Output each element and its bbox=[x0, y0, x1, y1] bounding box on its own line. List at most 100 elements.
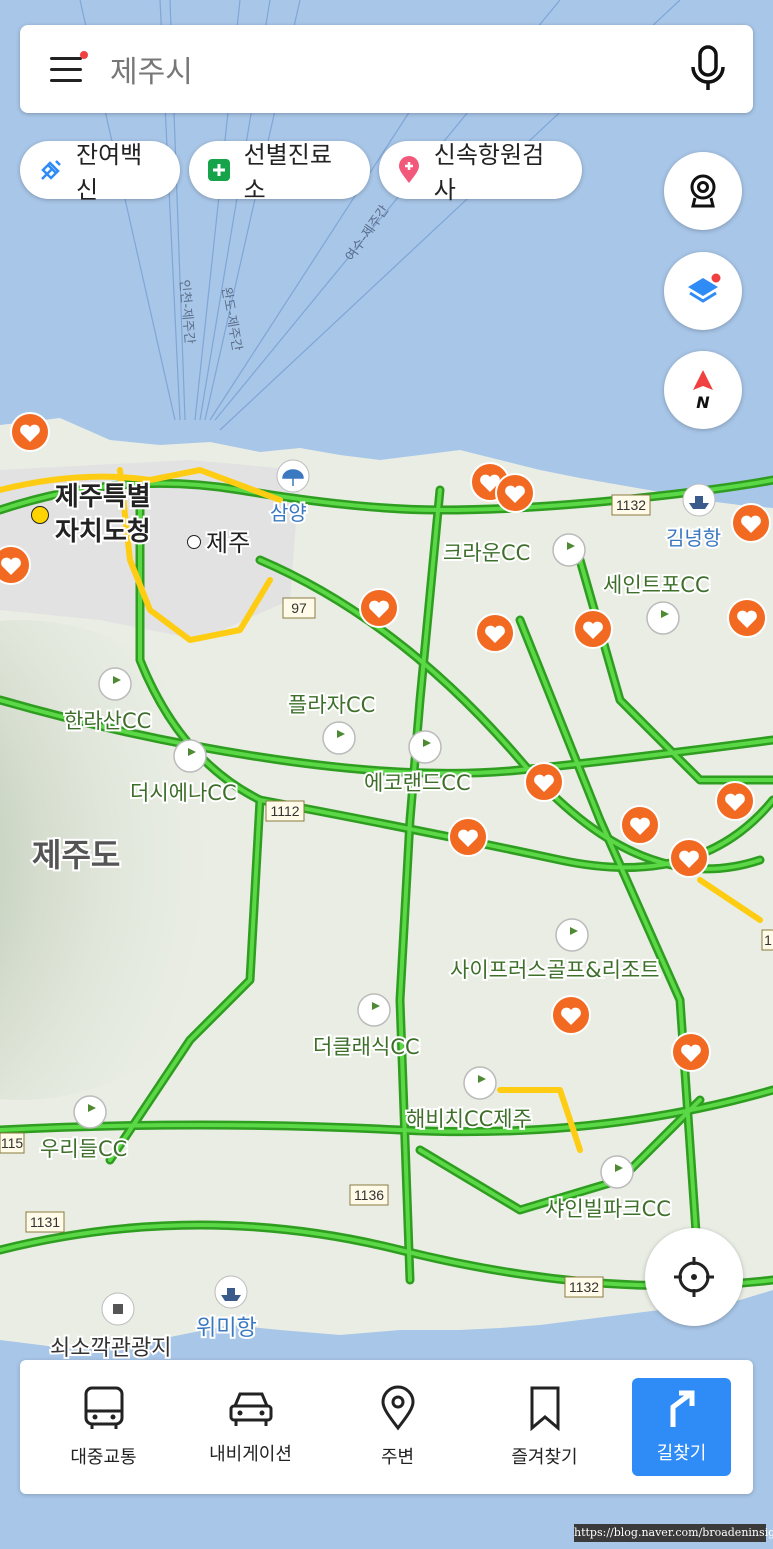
route-shield: 97 bbox=[282, 597, 316, 619]
golf-label: 사이프러스골프&리조트 bbox=[450, 958, 660, 982]
city-hall-dot bbox=[31, 506, 49, 524]
golf-flag-icon[interactable] bbox=[463, 1066, 497, 1100]
svg-text:1132: 1132 bbox=[569, 1279, 599, 1295]
golf-flag-icon[interactable] bbox=[98, 667, 132, 701]
nav-label: 대중교통 bbox=[70, 1447, 137, 1468]
crosshair-icon bbox=[674, 1257, 714, 1297]
route-shield: 1132 bbox=[564, 1276, 604, 1298]
voice-search-button[interactable] bbox=[663, 25, 753, 113]
golf-label: 크라운CC bbox=[443, 541, 530, 565]
nav-car-navigation[interactable]: 내비게이션 bbox=[177, 1377, 324, 1477]
golf-label: 더클래식CC bbox=[313, 1035, 420, 1059]
hamburger-icon-line bbox=[50, 68, 82, 71]
notification-dot bbox=[80, 51, 88, 59]
svg-text:97: 97 bbox=[291, 600, 307, 616]
directions-button[interactable]: 길찾기 bbox=[632, 1378, 731, 1476]
nav-label: 내비게이션 bbox=[209, 1444, 292, 1465]
place-label-gimnyeong: 김녕항 bbox=[666, 526, 721, 550]
ferry-port-icon[interactable] bbox=[214, 1275, 248, 1309]
heart-marker-icon[interactable] bbox=[359, 588, 399, 628]
heart-marker-icon[interactable] bbox=[524, 762, 564, 802]
nav-favorites[interactable]: 즐겨찾기 bbox=[471, 1377, 618, 1477]
place-label-jeju: 제주 bbox=[206, 529, 250, 557]
route-shield: 1136 bbox=[349, 1184, 389, 1206]
layers-button[interactable] bbox=[664, 252, 742, 330]
search-input[interactable]: 제주시 bbox=[110, 47, 663, 91]
bus-icon bbox=[84, 1386, 123, 1429]
ferry-port-icon[interactable] bbox=[682, 483, 716, 517]
nav-label: 즐겨찾기 bbox=[511, 1447, 578, 1468]
golf-flag-icon[interactable] bbox=[73, 1095, 107, 1129]
heart-marker-icon[interactable] bbox=[620, 805, 660, 845]
nav-public-transit[interactable]: 대중교통 bbox=[30, 1377, 177, 1477]
current-location-button[interactable] bbox=[645, 1228, 743, 1326]
golf-label: 샤인빌파크CC bbox=[545, 1197, 671, 1221]
svg-text:1136: 1136 bbox=[354, 1187, 384, 1203]
chip-remaining-vaccine[interactable]: 잔여백신 bbox=[20, 141, 180, 204]
heart-marker-icon[interactable] bbox=[671, 1032, 711, 1072]
golf-label: 에코랜드CC bbox=[364, 771, 471, 795]
credit-watermark: https://blog.naver.com/broadeninsight bbox=[574, 1524, 773, 1542]
chip-rapid-antigen-test[interactable]: 신속항원검사 bbox=[379, 141, 582, 204]
svg-text:N: N bbox=[696, 393, 710, 412]
turn-right-arrow-icon bbox=[670, 1390, 694, 1427]
bookmark-icon bbox=[530, 1386, 559, 1431]
heart-marker-icon[interactable] bbox=[10, 412, 50, 452]
golf-flag-icon[interactable] bbox=[173, 739, 207, 773]
svg-text:1132: 1132 bbox=[616, 497, 646, 513]
bottom-navigation: 대중교통 내비게이션 주변 즐겨찾기 길찾기 bbox=[20, 1360, 753, 1494]
golf-label: 더시에나CC bbox=[130, 781, 237, 805]
golf-label: 해비치CC제주 bbox=[406, 1107, 532, 1131]
golf-flag-icon[interactable] bbox=[408, 730, 442, 764]
hamburger-icon bbox=[50, 57, 82, 60]
map-pin-plus-icon bbox=[397, 156, 422, 183]
nav-label: 주변 bbox=[380, 1447, 415, 1468]
svg-text:1131: 1131 bbox=[30, 1214, 60, 1230]
chip-screening-clinic[interactable]: 선별진료소 bbox=[189, 141, 370, 204]
beach-umbrella-icon[interactable] bbox=[276, 459, 310, 493]
place-label-jeju-hall-1: 제주특별 bbox=[55, 482, 151, 512]
route-shield: 1131 bbox=[25, 1211, 65, 1233]
golf-flag-icon[interactable] bbox=[600, 1155, 634, 1189]
menu-button[interactable] bbox=[20, 25, 110, 113]
chip-label: 선별진료소 bbox=[243, 141, 332, 204]
layers-icon bbox=[688, 273, 721, 303]
heart-marker-icon[interactable] bbox=[0, 545, 31, 585]
route-shield: 1132 bbox=[611, 494, 651, 516]
heart-marker-icon[interactable] bbox=[475, 613, 515, 653]
golf-label: 세인트포CC bbox=[603, 573, 710, 597]
search-bar[interactable]: 제주시 bbox=[20, 25, 753, 113]
heart-marker-icon[interactable] bbox=[727, 598, 767, 638]
golf-flag-icon[interactable] bbox=[357, 993, 391, 1027]
plus-cross-icon bbox=[207, 157, 232, 183]
heart-marker-icon[interactable] bbox=[573, 609, 613, 649]
nav-nearby[interactable]: 주변 bbox=[324, 1377, 471, 1477]
golf-flag-icon[interactable] bbox=[322, 721, 356, 755]
golf-flag-icon[interactable] bbox=[555, 918, 589, 952]
street-view-button[interactable] bbox=[664, 152, 742, 230]
heart-marker-icon[interactable] bbox=[715, 781, 755, 821]
golf-label: 한라산CC bbox=[64, 709, 151, 733]
place-label-jeju-hall-2: 자치도청 bbox=[55, 517, 151, 547]
map-canvas[interactable]: 1132 97 1112 1136 1131 1132 115 1 인천-제주간… bbox=[0, 0, 773, 1549]
heart-marker-icon[interactable] bbox=[495, 473, 535, 513]
svg-text:1112: 1112 bbox=[270, 803, 299, 819]
golf-flag-icon[interactable] bbox=[646, 601, 680, 635]
compass-north-button[interactable]: N bbox=[664, 351, 742, 429]
golf-flag-icon[interactable] bbox=[552, 533, 586, 567]
heart-marker-icon[interactable] bbox=[551, 995, 591, 1035]
route-shield: 1112 bbox=[265, 800, 305, 822]
syringe-icon bbox=[38, 157, 64, 183]
route-shield: 1 bbox=[761, 929, 773, 951]
car-icon bbox=[229, 1392, 272, 1426]
nav-label: 길찾기 bbox=[656, 1443, 707, 1464]
heart-marker-icon[interactable] bbox=[448, 817, 488, 857]
chip-label: 잔여백신 bbox=[76, 141, 143, 204]
golf-label: 플라자CC bbox=[288, 693, 375, 717]
heart-marker-icon[interactable] bbox=[669, 838, 709, 878]
city-dot bbox=[187, 535, 201, 549]
street-view-icon bbox=[690, 174, 716, 208]
heart-marker-icon[interactable] bbox=[731, 503, 771, 543]
tourist-spot-icon[interactable] bbox=[101, 1292, 135, 1326]
golf-label: 우리들CC bbox=[40, 1137, 127, 1161]
